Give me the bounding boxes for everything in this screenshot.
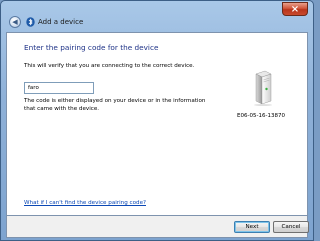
add-device-window: × ◀ Add a device Enter the pairing code … bbox=[0, 0, 314, 241]
back-button[interactable]: ◀ bbox=[9, 16, 21, 28]
window-title: Add a device bbox=[38, 18, 84, 26]
content-panel: Enter the pairing code for the device Th… bbox=[6, 32, 308, 216]
button-bar: Next Cancel bbox=[6, 216, 309, 238]
pairing-code-help-link[interactable]: What if I can't find the device pairing … bbox=[24, 200, 146, 206]
next-button[interactable]: Next bbox=[234, 221, 270, 233]
nav-row: ◀ Add a device bbox=[5, 16, 305, 32]
page-description: This will verify that you are connecting… bbox=[24, 63, 195, 69]
pairing-code-hint: The code is either displayed on your dev… bbox=[24, 98, 206, 112]
device-id-label: E06-05-16-13870 bbox=[237, 113, 285, 119]
device-icon-wrap bbox=[253, 70, 273, 106]
cancel-button[interactable]: Cancel bbox=[273, 221, 309, 233]
pairing-code-input[interactable] bbox=[24, 82, 94, 94]
bluetooth-icon bbox=[26, 17, 35, 27]
page-heading: Enter the pairing code for the device bbox=[24, 43, 159, 52]
close-button[interactable]: × bbox=[282, 2, 308, 16]
computer-tower-icon bbox=[254, 70, 272, 106]
